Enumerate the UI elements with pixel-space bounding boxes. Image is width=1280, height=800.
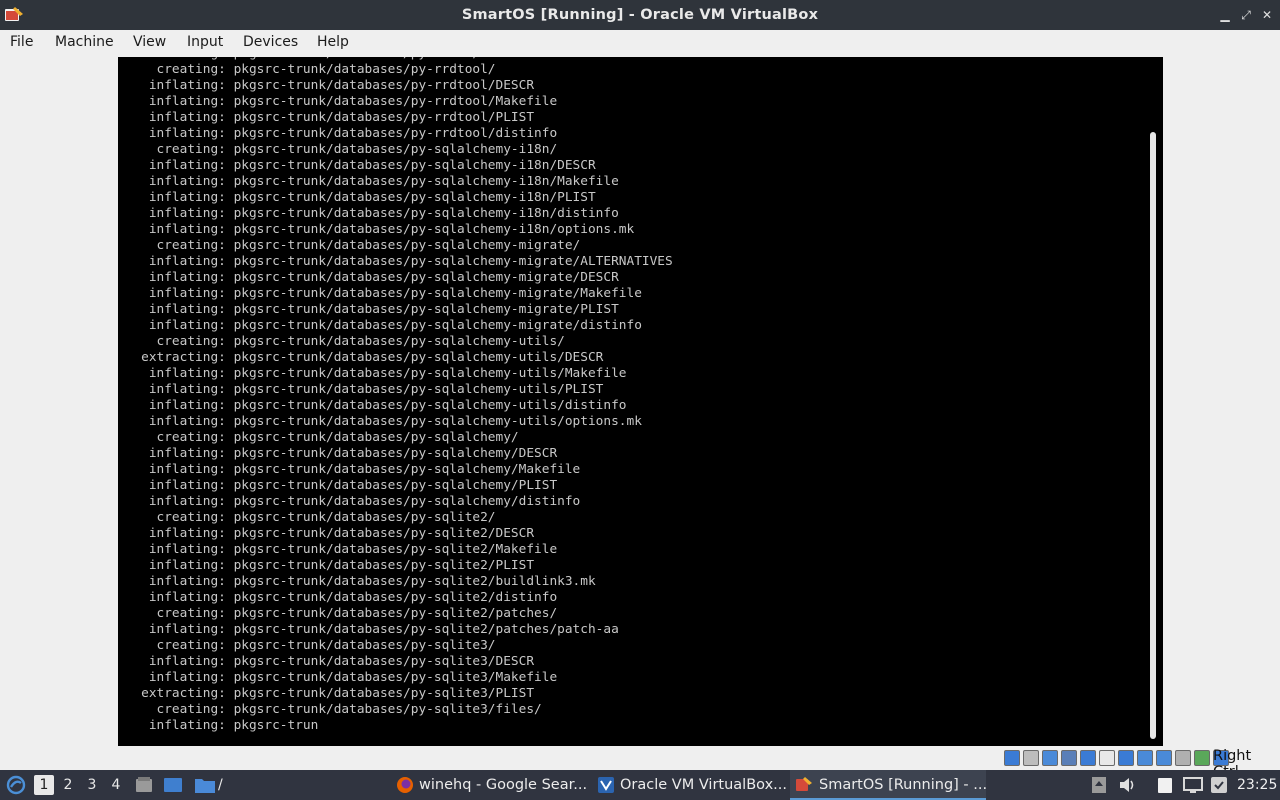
console-line: creating: pkgsrc-trunk/databases/py-rrdt… xyxy=(118,62,496,77)
console-line: inflating: pkgsrc-trunk/databases/py-sql… xyxy=(118,462,581,477)
console-line: inflating: pkgsrc-trunk/databases/py-rrd… xyxy=(118,110,535,125)
firefox-icon xyxy=(397,777,413,793)
vm-display[interactable]: inflating: pkgsrc-trunk/databases/py-red… xyxy=(118,57,1163,746)
app-menu-icon[interactable] xyxy=(6,775,26,795)
console-line: inflating: pkgsrc-trunk/databases/py-sql… xyxy=(118,302,619,317)
show-desktop-icon[interactable] xyxy=(163,776,183,794)
task-label: winehq - Google Sear... xyxy=(419,777,588,793)
console-line: inflating: pkgsrc-trunk/databases/py-sql… xyxy=(118,494,581,509)
task-firefox[interactable]: winehq - Google Sear... xyxy=(390,770,588,800)
console-line: inflating: pkgsrc-trunk/databases/py-sql… xyxy=(118,590,558,605)
console-line: inflating: pkgsrc-trunk/databases/py-sql… xyxy=(118,478,558,493)
network-icon[interactable] xyxy=(1061,750,1077,766)
console-line: inflating: pkgsrc-trunk/databases/py-rrd… xyxy=(118,94,558,109)
menu-machine[interactable]: Machine xyxy=(55,34,114,50)
console-line: inflating: pkgsrc-trunk/databases/py-sql… xyxy=(118,446,558,461)
console-output: inflating: pkgsrc-trunk/databases/py-red… xyxy=(118,57,673,734)
restore-button[interactable]: ⤢ xyxy=(1235,0,1257,30)
recording-icon[interactable] xyxy=(1156,750,1172,766)
console-line: inflating: pkgsrc-trunk/databases/py-sql… xyxy=(118,670,558,685)
console-line: inflating: pkgsrc-trunk/databases/py-sql… xyxy=(118,190,596,205)
audio-icon[interactable] xyxy=(1042,750,1058,766)
console-line: inflating: pkgsrc-trunk/databases/py-sql… xyxy=(118,414,642,429)
menu-devices[interactable]: Devices xyxy=(243,34,298,50)
volume-icon[interactable] xyxy=(1118,776,1138,794)
console-line: inflating: pkgsrc-trunk/databases/py-sql… xyxy=(118,222,635,237)
console-line: inflating: pkgsrc-trunk/databases/py-sql… xyxy=(118,526,535,541)
vm-icon xyxy=(796,777,812,791)
task-virtualbox-manager[interactable]: Oracle VM VirtualBox... xyxy=(592,770,788,800)
window-titlebar[interactable]: SmartOS [Running] - Oracle VM VirtualBox… xyxy=(0,0,1280,30)
console-line: inflating: pkgsrc-trunk/databases/py-sql… xyxy=(118,206,619,221)
console-line: creating: pkgsrc-trunk/databases/py-sqli… xyxy=(118,702,542,717)
path-label[interactable]: / xyxy=(218,770,223,800)
console-line: inflating: pkgsrc-trunk/databases/py-sql… xyxy=(118,254,673,269)
close-button[interactable]: ✕ xyxy=(1256,0,1278,30)
shared-folders-icon[interactable] xyxy=(1099,750,1115,766)
console-line: creating: pkgsrc-trunk/databases/py-sqli… xyxy=(118,510,496,525)
console-line: creating: pkgsrc-trunk/databases/py-sqla… xyxy=(118,430,519,445)
console-line: inflating: pkgsrc-trunk/databases/py-sql… xyxy=(118,542,558,557)
cpu-activity-icon[interactable] xyxy=(1194,750,1210,766)
console-line: inflating: pkgsrc-trunk/databases/py-sql… xyxy=(118,270,619,285)
workspace-1[interactable]: 1 xyxy=(34,775,54,795)
console-line: inflating: pkgsrc-trunk/databases/py-sql… xyxy=(118,158,596,173)
vertical-scrollbar[interactable] xyxy=(1150,132,1156,739)
console-line: inflating: pkgsrc-trunk/databases/py-sql… xyxy=(118,558,535,573)
clipboard-icon[interactable] xyxy=(1156,776,1174,794)
optical-drive-icon[interactable] xyxy=(1023,750,1039,766)
console-line: extracting: pkgsrc-trunk/databases/py-sq… xyxy=(118,686,535,701)
console-line: creating: pkgsrc-trunk/databases/py-sqli… xyxy=(118,638,496,653)
minimize-button[interactable]: ▁ xyxy=(1214,0,1236,30)
update-icon[interactable] xyxy=(1210,776,1228,794)
usb-icon[interactable] xyxy=(1080,750,1096,766)
console-line: extracting: pkgsrc-trunk/databases/py-sq… xyxy=(118,350,604,365)
clock[interactable]: 23:25 xyxy=(1237,770,1277,800)
console-line: inflating: pkgsrc-trunk/databases/py-sql… xyxy=(118,174,619,189)
display-icon[interactable] xyxy=(1118,750,1134,766)
workspace-3[interactable]: 3 xyxy=(82,775,102,795)
folder-icon[interactable] xyxy=(194,776,216,794)
mouse-integration-icon[interactable] xyxy=(1175,750,1191,766)
menu-view[interactable]: View xyxy=(133,34,166,50)
task-label: SmartOS [Running] - ... xyxy=(819,777,988,793)
file-manager-icon[interactable] xyxy=(135,776,153,794)
workspace-4[interactable]: 4 xyxy=(106,775,126,795)
taskbar: 1 2 3 4 / winehq - Google Sear... Oracle… xyxy=(0,770,1280,800)
eject-icon[interactable] xyxy=(1091,776,1107,794)
console-line: inflating: pkgsrc-trun xyxy=(118,718,319,733)
workspace-2[interactable]: 2 xyxy=(58,775,78,795)
task-smartos-vm[interactable]: SmartOS [Running] - ... xyxy=(790,770,988,800)
console-line: inflating: pkgsrc-trunk/databases/py-sql… xyxy=(118,366,627,381)
console-line: creating: pkgsrc-trunk/databases/py-sqli… xyxy=(118,606,558,621)
menu-help[interactable]: Help xyxy=(317,34,349,50)
console-line: inflating: pkgsrc-trunk/databases/py-sql… xyxy=(118,286,642,301)
menubar: File Machine View Input Devices Help xyxy=(0,30,1280,56)
console-line: inflating: pkgsrc-trunk/databases/py-sql… xyxy=(118,398,627,413)
network-icon[interactable] xyxy=(1183,776,1203,794)
task-label: Oracle VM VirtualBox... xyxy=(620,777,787,793)
menu-input[interactable]: Input xyxy=(187,34,223,50)
console-line: inflating: pkgsrc-trunk/databases/py-rrd… xyxy=(118,126,558,141)
console-line: inflating: pkgsrc-trunk/databases/py-sql… xyxy=(118,654,535,669)
virtualbox-icon xyxy=(598,777,614,793)
console-line: creating: pkgsrc-trunk/databases/py-sqla… xyxy=(118,238,581,253)
console-line: creating: pkgsrc-trunk/databases/py-sqla… xyxy=(118,334,565,349)
console-line: inflating: pkgsrc-trunk/databases/py-sql… xyxy=(118,574,596,589)
hard-disk-icon[interactable] xyxy=(1004,750,1020,766)
console-line: inflating: pkgsrc-trunk/databases/py-sql… xyxy=(118,622,619,637)
video-capture-icon[interactable] xyxy=(1137,750,1153,766)
window-title: SmartOS [Running] - Oracle VM VirtualBox xyxy=(461,7,819,23)
console-line: inflating: pkgsrc-trunk/databases/py-sql… xyxy=(118,382,604,397)
console-line: creating: pkgsrc-trunk/databases/py-sqla… xyxy=(118,142,558,157)
menu-file[interactable]: File xyxy=(10,34,33,50)
console-line: inflating: pkgsrc-trunk/databases/py-sql… xyxy=(118,318,642,333)
console-line: inflating: pkgsrc-trunk/databases/py-rrd… xyxy=(118,78,535,93)
